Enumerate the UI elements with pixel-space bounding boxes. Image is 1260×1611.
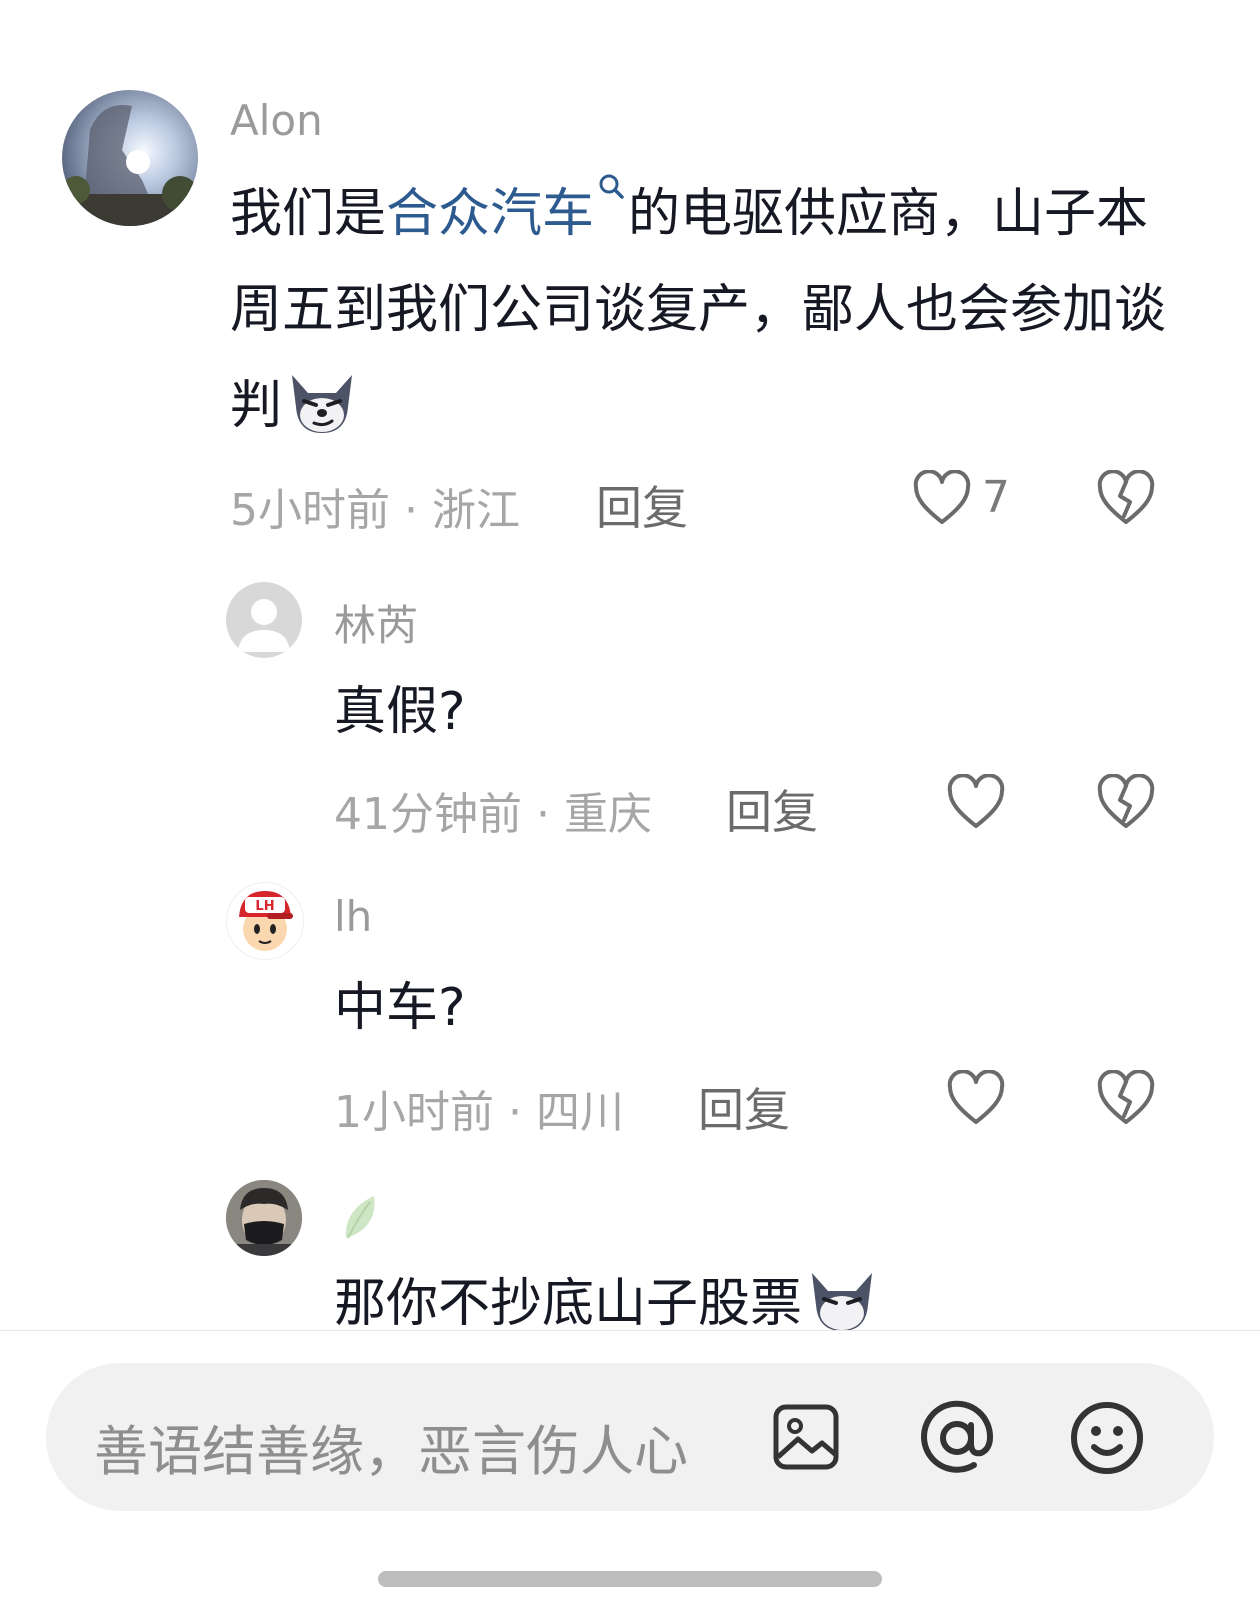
leaf-icon [345,1196,375,1239]
meta-separator: · [536,789,550,840]
wolf-smirk-emoji [806,1265,878,1330]
reply-button[interactable]: 回复 [698,1074,790,1140]
avatar-badge-text: LH [255,899,274,914]
cartoon-boy-cap-icon: LH [239,891,293,951]
like-icon[interactable] [912,470,972,526]
comment-text-before: 我们是 [230,184,387,244]
wolf-smirk-emoji [286,367,358,468]
image-icon[interactable] [770,1401,842,1473]
reply-meta: 1小时前 · 四川 [334,1076,624,1140]
comment-location: 浙江 [432,485,520,536]
reply-text: 真假? [334,682,466,742]
home-indicator[interactable] [378,1571,882,1587]
masked-person-photo [226,1180,302,1256]
comment-meta: 5小时前 · 浙江 [230,474,520,538]
comment-text: 我们是合众汽车 的电驱供应商，山子本周五到我们公司谈复产，鄙人也会参加谈判 [230,166,1190,468]
avatar-photo [62,90,198,226]
search-icon [599,174,624,199]
comment-time: 5小时前 [230,485,390,536]
dislike-broken-heart-icon[interactable] [1096,774,1156,830]
reply-item: 林芮 真假? 41分钟前 · 重庆 回复 [0,560,1260,860]
reply-item: LH lh 中车? 1小时前 · 四川 回复 [0,860,1260,1160]
emoji-smile-icon[interactable] [1068,1399,1146,1477]
reply-author-name[interactable]: 林芮 [334,592,418,653]
reply-item: 那你不抄底山子股票 [0,1160,1260,1330]
meta-separator: · [404,485,418,536]
avatar-cartoon[interactable]: LH [226,882,304,960]
comment-item: Alon 我们是合众汽车 的电驱供应商，山子本周五到我们公司谈复产，鄙人也会参加谈… [0,0,1260,560]
search-link[interactable]: 合众汽车 [386,174,628,244]
at-mention-icon[interactable] [918,1399,996,1477]
avatar[interactable] [62,90,198,226]
reply-button[interactable]: 回复 [596,472,688,538]
reply-text-content: 那你不抄底山子股票 [334,1274,803,1330]
avatar-photo-masked[interactable] [226,1180,302,1256]
reply-meta: 41分钟前 · 重庆 [334,778,652,842]
reply-time: 1小时前 [334,1087,494,1138]
search-link-label: 合众汽车 [386,184,595,244]
dislike-broken-heart-icon[interactable] [1096,470,1156,526]
comment-input-bar: 善语结善缘，恶言伤人心 [0,1330,1260,1611]
reply-location: 重庆 [564,789,652,840]
dislike-broken-heart-icon[interactable] [1096,1070,1156,1126]
comment-author-name[interactable]: Alon [230,96,323,145]
default-user-icon [238,599,290,652]
reply-text: 中车? [334,978,466,1038]
like-icon[interactable] [946,1070,1006,1126]
avatar-default[interactable] [226,582,302,658]
reply-button[interactable]: 回复 [726,776,818,842]
comment-input-placeholder[interactable]: 善语结善缘，恶言伤人心 [94,1407,688,1486]
meta-separator: · [508,1087,522,1138]
reply-text: 那你不抄底山子股票 [334,1256,878,1330]
comment-input[interactable]: 善语结善缘，恶言伤人心 [46,1363,1214,1511]
like-count: 7 [982,472,1010,523]
reply-time: 41分钟前 [334,789,522,840]
like-icon[interactable] [946,774,1006,830]
reply-location: 四川 [536,1087,624,1138]
reply-author-name[interactable]: lh [334,892,372,941]
